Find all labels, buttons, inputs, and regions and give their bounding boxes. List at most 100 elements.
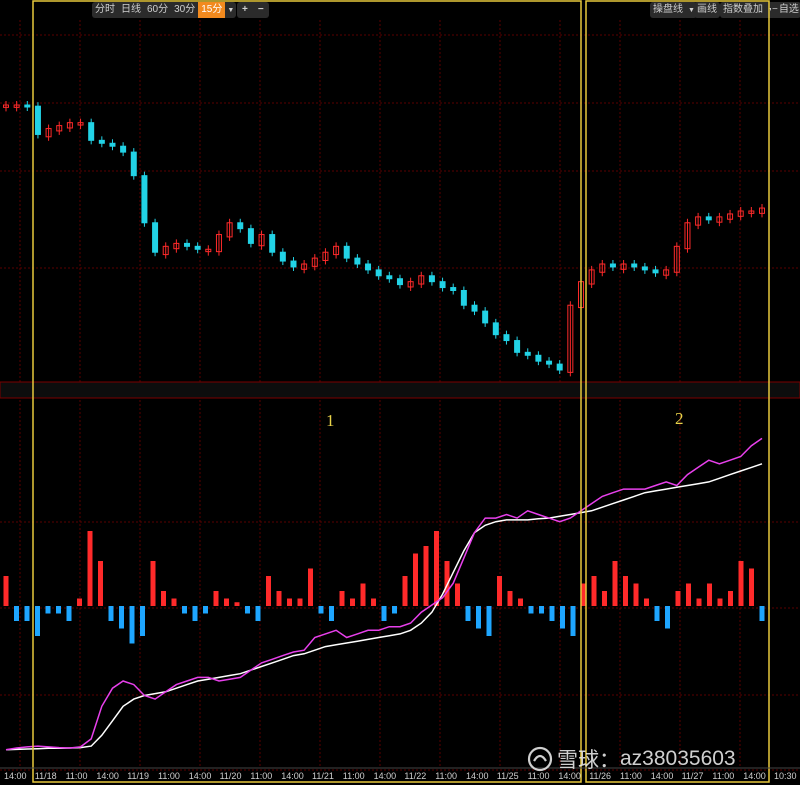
- histogram-bar: [696, 598, 702, 606]
- histogram-bar: [371, 598, 376, 606]
- fast-indicator-line: [5, 437, 763, 751]
- candle-body: [460, 290, 467, 306]
- histogram-bar: [738, 561, 744, 606]
- histogram-bar: [423, 546, 429, 606]
- x-axis-tick-label: 11:00: [250, 771, 272, 781]
- histogram-bar: [56, 606, 61, 614]
- candle-body: [652, 269, 659, 274]
- candle-body: [152, 222, 159, 253]
- histogram-bar: [350, 598, 355, 606]
- histogram-bar: [717, 598, 723, 606]
- histogram-bar: [528, 606, 534, 614]
- x-axis-tick-label: 14:00: [743, 771, 766, 781]
- histogram-bar: [14, 606, 19, 621]
- panel-separator: [0, 381, 800, 399]
- histogram-bar: [759, 606, 765, 621]
- histogram-bar: [150, 561, 156, 606]
- candle-body: [386, 275, 393, 280]
- histogram-bar: [140, 606, 145, 636]
- x-axis-tick-label: 11:00: [158, 771, 180, 781]
- histogram-bar: [381, 606, 387, 621]
- candle-body: [269, 234, 276, 253]
- candle-body: [34, 105, 41, 135]
- candle-body: [471, 304, 478, 312]
- x-axis-tick-label: 11/25: [497, 771, 519, 781]
- histogram-bar: [686, 583, 691, 606]
- histogram-bar: [129, 606, 135, 644]
- candle-body: [631, 263, 638, 268]
- candle-body: [120, 145, 127, 153]
- histogram-bar: [665, 606, 670, 629]
- histogram-bar: [633, 583, 639, 606]
- histogram-bar: [308, 568, 313, 606]
- x-axis-tick-label: 14:00: [466, 771, 489, 781]
- watermark-brand: 雪球: [557, 749, 599, 772]
- histogram-bar: [518, 598, 523, 606]
- x-axis-tick-label: 14:00: [4, 771, 27, 781]
- watermark: 雪球 ： az38035603: [527, 744, 736, 774]
- histogram-bar: [224, 598, 229, 606]
- histogram-bar: [45, 606, 51, 614]
- histogram-bar: [318, 606, 324, 614]
- x-axis-tick-label: 11/18: [35, 771, 57, 781]
- candle-body: [396, 278, 403, 286]
- histogram-bar: [360, 583, 366, 606]
- candle-body: [98, 139, 105, 144]
- histogram-bar: [602, 591, 607, 606]
- candle-body: [365, 263, 372, 271]
- candle-body: [237, 222, 244, 230]
- histogram-bar: [171, 598, 177, 606]
- histogram-bar: [339, 591, 345, 606]
- histogram-bar: [276, 591, 282, 606]
- histogram-bar: [182, 606, 187, 614]
- candle-body: [88, 122, 95, 141]
- histogram-bar: [234, 602, 240, 606]
- candle-body: [354, 257, 361, 265]
- candle-body: [641, 266, 648, 271]
- x-axis-tick-label: 11/20: [220, 771, 242, 781]
- histogram-bar: [203, 606, 208, 614]
- x-axis-tick-label: 11/19: [127, 771, 149, 781]
- x-axis-tick-label: 11/21: [312, 771, 334, 781]
- candle-body: [450, 287, 457, 291]
- candle-body: [194, 245, 201, 250]
- histogram-bar: [245, 606, 250, 614]
- histogram-bar: [654, 606, 660, 621]
- candle-body: [524, 351, 531, 356]
- candle-body: [609, 263, 616, 268]
- histogram-bar: [98, 561, 103, 606]
- histogram-bar: [402, 576, 408, 606]
- histogram-bar: [497, 576, 502, 606]
- candle-body: [279, 251, 286, 262]
- candle-body: [514, 340, 521, 353]
- histogram-bar: [539, 606, 544, 614]
- candle-body: [24, 104, 31, 108]
- histogram-bar: [77, 598, 82, 606]
- x-axis-tick-label: 11:00: [435, 771, 457, 781]
- candle-body: [343, 245, 350, 259]
- indicator-histogram: [3, 531, 765, 644]
- histogram-bar: [213, 591, 219, 606]
- histogram-bar: [549, 606, 555, 621]
- histogram-bar: [287, 598, 292, 606]
- candle-body: [482, 310, 489, 324]
- histogram-bar: [413, 553, 418, 606]
- candlestick-series: [3, 101, 765, 377]
- histogram-bar: [612, 561, 618, 606]
- histogram-bar: [392, 606, 397, 614]
- x-axis-tick-label: 14:00: [96, 771, 119, 781]
- histogram-bar: [87, 531, 93, 606]
- candle-body: [130, 151, 137, 177]
- histogram-bar: [570, 606, 576, 636]
- histogram-bar: [266, 576, 271, 606]
- candle-body: [439, 281, 446, 289]
- x-axis-tick-label: 11/22: [404, 771, 426, 781]
- candle-body: [375, 269, 382, 277]
- x-axis-tick-label: 14:00: [189, 771, 212, 781]
- histogram-bar: [728, 591, 733, 606]
- snowball-logo-icon: [527, 746, 553, 772]
- candle-body: [428, 275, 435, 283]
- histogram-bar: [119, 606, 124, 629]
- histogram-bar: [297, 598, 303, 606]
- histogram-bar: [749, 568, 754, 606]
